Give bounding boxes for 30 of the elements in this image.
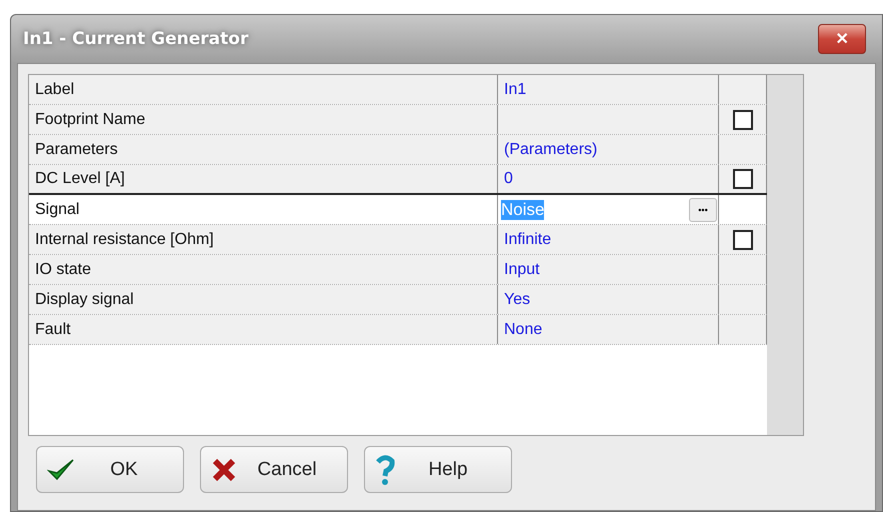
- property-name: Footprint Name: [29, 105, 498, 134]
- property-value[interactable]: Yes: [498, 285, 719, 314]
- checkbox-cell: [719, 315, 767, 344]
- dialog-button[interactable]: Cancel: [200, 446, 348, 493]
- checkbox[interactable]: [732, 169, 752, 189]
- browse-button[interactable]: •••: [689, 198, 717, 222]
- property-value[interactable]: None: [498, 315, 719, 344]
- property-value[interactable]: Input: [498, 255, 719, 284]
- checkbox[interactable]: [732, 110, 752, 130]
- property-value[interactable]: In1: [498, 75, 719, 104]
- window-title: In1 - Current Generator: [22, 29, 248, 49]
- close-button[interactable]: ✕: [818, 24, 866, 54]
- property-value[interactable]: 0: [498, 165, 719, 193]
- property-name: Parameters: [29, 135, 498, 164]
- property-value[interactable]: (Parameters): [498, 135, 719, 164]
- checkmark-icon: [47, 456, 75, 482]
- property-name: IO state: [29, 255, 498, 284]
- property-name: DC Level [A]: [29, 165, 498, 193]
- property-name: Internal resistance [Ohm]: [29, 225, 498, 254]
- cross-icon: [211, 456, 237, 482]
- checkbox-cell: [719, 285, 767, 314]
- dialog-button[interactable]: OK: [36, 446, 184, 493]
- property-name: Display signal: [29, 285, 498, 314]
- question-mark-icon: [375, 454, 395, 486]
- property-name: Label: [29, 75, 498, 104]
- value-input-field[interactable]: Noise •••: [498, 195, 719, 224]
- property-name: Fault: [29, 315, 498, 344]
- dialog-button[interactable]: Help: [364, 446, 512, 493]
- checkbox[interactable]: [732, 230, 752, 250]
- property-value[interactable]: Infinite: [498, 225, 719, 254]
